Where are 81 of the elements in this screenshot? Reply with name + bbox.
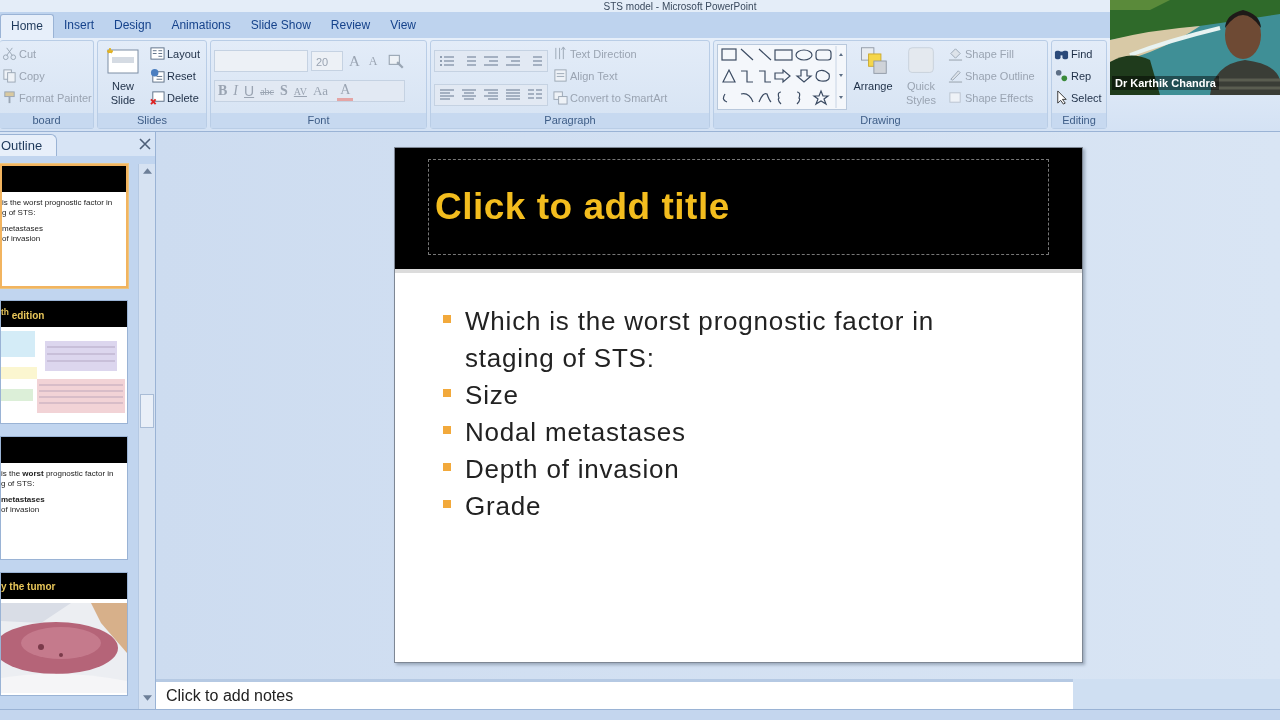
bullet-icon (443, 463, 451, 471)
bullet-text: Depth of invasion (465, 453, 680, 486)
align-text-icon (553, 68, 568, 83)
window-title: STS model - Microsoft PowerPoint (603, 0, 757, 12)
slide-thumbnail[interactable]: y the tumor (0, 572, 128, 696)
bullet-text: Which is the worst prognostic factor in staging of STS: (465, 305, 936, 375)
thumbnail-text: g of STS: (1, 479, 36, 489)
ribbon-tab[interactable]: Slide Show (240, 14, 321, 38)
bullet-text: Grade (465, 490, 542, 523)
ribbon-button[interactable]: Rep (1053, 66, 1103, 85)
scroll-down-icon[interactable] (142, 695, 152, 701)
columns-icon[interactable] (526, 88, 544, 102)
cursor-icon (1054, 90, 1069, 105)
reset-icon (150, 68, 165, 83)
group-label: Editing (1052, 113, 1106, 128)
align-right-icon[interactable] (482, 88, 500, 102)
delete-icon (150, 90, 165, 105)
group-label: Slides (98, 113, 206, 128)
smartart-icon (553, 90, 568, 105)
ribbon-button[interactable]: Delete (149, 88, 202, 107)
bullet-list-icon[interactable] (438, 54, 456, 68)
title-placeholder[interactable]: Click to add title (428, 159, 1049, 255)
outline-tab[interactable]: Outline (0, 134, 58, 156)
thumbnail-text: metastases (1, 495, 46, 505)
justify-icon[interactable] (504, 88, 522, 102)
ribbon-tab[interactable]: View (380, 14, 426, 38)
slide-thumbnail[interactable]: $^{th}$ edition (0, 300, 128, 424)
ribbon-button[interactable]: Find (1053, 44, 1103, 63)
scroll-up-icon[interactable] (142, 168, 152, 174)
bullet-icon (443, 315, 451, 323)
ribbon-button[interactable]: Reset (149, 66, 202, 85)
thumbnail-text: metastases (2, 224, 44, 234)
replace-icon (1054, 68, 1069, 83)
group-label: Paragraph (431, 113, 709, 128)
brush-icon (2, 90, 17, 105)
thumbnail-text: of invasion (1, 505, 41, 515)
thumbnail-text: is the worst prognostic factor in (2, 198, 114, 208)
font-name-field[interactable] (214, 50, 308, 72)
group-label: Font (211, 113, 426, 128)
group-label: Drawing (714, 113, 1047, 128)
pencil-icon (948, 68, 963, 83)
shape-effects-icon (948, 90, 963, 105)
thumbnail-title: y the tumor (1, 580, 56, 592)
text-direction-icon (553, 46, 568, 61)
new-slide-button[interactable]: New Slide (101, 44, 145, 109)
new-slide-icon (106, 46, 140, 76)
thumbnail-title: $^{th}$ edition (1, 306, 45, 322)
ribbon-button[interactable]: Arrange (851, 44, 895, 95)
align-left-icon[interactable] (438, 88, 456, 102)
participant-name: Dr Karthik Chandra (1112, 76, 1219, 90)
bullet-icon (443, 426, 451, 434)
scroll-thumb[interactable] (140, 394, 154, 428)
bullet-icon (443, 389, 451, 397)
copy-icon (2, 68, 17, 83)
ribbon-tab[interactable]: Animations (161, 14, 241, 38)
notes-pane[interactable]: Click to add notes (156, 679, 1073, 709)
shape-gallery[interactable] (717, 44, 847, 110)
ribbon-tab[interactable]: Design (104, 14, 162, 38)
bullet-text: Nodal metastases (465, 416, 686, 449)
group-label: board (0, 113, 93, 128)
ribbon-tab[interactable]: Home (0, 14, 54, 38)
thumbnail-text: of invasion (2, 234, 42, 244)
ribbon-tab[interactable]: Insert (54, 14, 105, 38)
align-center-icon[interactable] (460, 88, 478, 102)
scissors-icon (2, 46, 17, 61)
bullet-icon (443, 500, 451, 508)
close-icon[interactable] (139, 138, 151, 150)
layout-icon (150, 46, 165, 61)
notes-text: Click to add notes (166, 686, 294, 705)
clear-formatting-icon[interactable] (386, 52, 405, 70)
slide-thumbnail[interactable]: is the worst prognostic factor in g of STS: metastases of invasion (0, 436, 128, 560)
scroll-bar[interactable] (138, 164, 155, 709)
bullet-text: Size (465, 379, 519, 412)
thumbnail-text: g of STS: (2, 208, 37, 218)
thumbnail-text: is the worst prognostic factor in (1, 469, 115, 479)
ribbon-button[interactable]: Layout (149, 44, 202, 63)
paint-bucket-icon (948, 46, 963, 61)
ribbon-button[interactable]: Select (1053, 88, 1103, 107)
ribbon-tab[interactable]: Review (320, 14, 381, 38)
slide-title: Click to add title (435, 186, 730, 228)
slide-thumbnail[interactable]: is the worst prognostic factor in g of STS: metastases of invasion (0, 164, 128, 288)
